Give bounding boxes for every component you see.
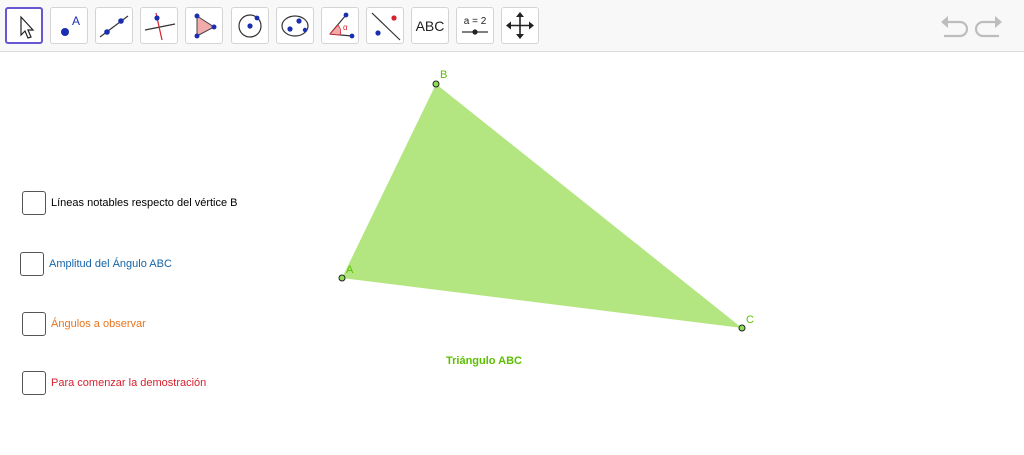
text-tool-button[interactable]: ABC [411,7,449,44]
checkbox-lineas-notables[interactable]: Líneas notables respecto del vértice B [22,191,238,215]
polygon-tool-button[interactable] [185,7,223,44]
polygon-icon [194,13,217,39]
perpendicular-line-icon [144,12,176,41]
point-b-label: B [440,69,447,81]
checkbox-label: Ángulos a observar [51,318,146,330]
checkbox-box[interactable] [20,252,44,276]
point-a[interactable] [338,274,346,282]
checkbox-label: Líneas notables respecto del vértice B [51,197,238,209]
cursor-arrow-icon [20,15,35,39]
reflect-icon [371,12,401,41]
point-tool-button[interactable]: A [50,7,88,44]
circle-icon [238,14,262,38]
checkbox-label: Amplitud del Ángulo ABC [49,258,172,270]
perpendicular-line-tool-button[interactable] [140,7,178,44]
line-tool-button[interactable] [95,7,133,44]
undo-icon[interactable] [938,14,968,40]
svg-text:A: A [72,14,80,28]
move-graphics-view-tool-button[interactable] [501,7,539,44]
checkbox-box[interactable] [22,371,46,395]
move-arrows-icon [506,12,534,39]
point-icon: A [61,14,80,36]
triangle-abc[interactable] [342,84,742,328]
line-icon [99,15,129,38]
reflect-about-line-tool-button[interactable] [366,7,404,44]
ellipse-tool-button[interactable] [276,7,314,44]
checkbox-angulos-observar[interactable]: Ángulos a observar [22,312,146,336]
slider-tool-label: a = 2 [464,16,487,27]
point-b[interactable] [432,80,440,88]
checkbox-demostracion[interactable]: Para comenzar la demostración [22,371,206,395]
svg-text:α: α [343,23,348,32]
graphics-view[interactable]: A B C Triángulo ABC Líneas notables resp… [0,53,1024,455]
angle-tool-button[interactable]: α [321,7,359,44]
ellipse-icon [281,15,309,37]
checkbox-box[interactable] [22,191,46,215]
slider-tool-button[interactable]: a = 2 [456,7,494,44]
checkbox-box[interactable] [22,312,46,336]
checkbox-amplitud-angulo[interactable]: Amplitud del Ángulo ABC [20,252,172,276]
angle-icon: α [329,12,355,39]
triangle-caption: Triángulo ABC [446,355,522,367]
toolbar: A α ABC a = 2 [0,0,1024,52]
circle-center-point-tool-button[interactable] [231,7,269,44]
point-c[interactable] [738,324,746,332]
slider-icon: a = 2 [462,16,488,35]
point-c-label: C [746,314,754,326]
point-a-label: A [346,264,354,276]
move-tool-button[interactable] [5,7,43,44]
checkbox-label: Para comenzar la demostración [51,377,207,389]
redo-icon[interactable] [975,14,1005,40]
text-tool-label: ABC [415,17,445,34]
